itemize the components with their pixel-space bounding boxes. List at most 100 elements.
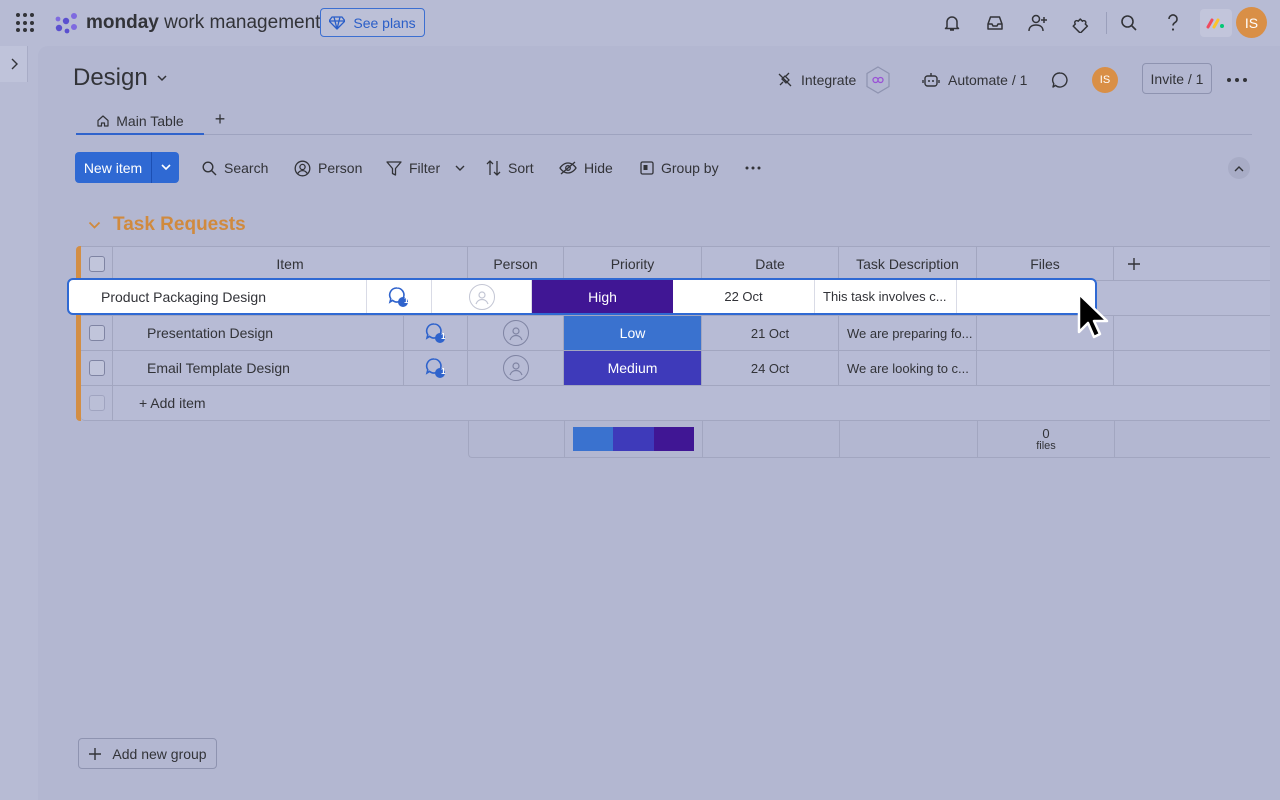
new-item-button[interactable]: New item xyxy=(75,152,179,183)
priority-cell[interactable]: High xyxy=(532,280,673,313)
description-cell[interactable]: This task involves c... xyxy=(815,280,957,313)
group-title[interactable]: Task Requests xyxy=(113,214,246,236)
person-icon xyxy=(294,160,311,176)
integrate-label: Integrate xyxy=(801,72,857,88)
table-header-row: Item Person Priority Date Task Descripti… xyxy=(81,246,1270,281)
select-all-checkbox[interactable] xyxy=(88,255,105,272)
automate-label: Automate / 1 xyxy=(948,72,1028,88)
item-name[interactable]: Presentation Design xyxy=(147,325,273,341)
column-header-date[interactable]: Date xyxy=(702,247,839,280)
hide-button[interactable]: Hide xyxy=(559,153,613,183)
integration-hex-icon xyxy=(866,66,890,94)
collapse-header-button[interactable] xyxy=(1228,157,1250,179)
item-name-cell[interactable]: Product Packaging Design xyxy=(69,280,367,313)
files-cell[interactable] xyxy=(977,351,1114,385)
priority-pill[interactable]: High xyxy=(532,280,673,313)
item-name-cell[interactable]: Presentation Design xyxy=(113,316,404,350)
item-updates-cell[interactable]: 1 xyxy=(404,351,468,385)
invite-button[interactable]: Invite / 1 xyxy=(1142,63,1212,94)
row-checkbox[interactable] xyxy=(88,325,105,341)
priority-cell[interactable]: Medium xyxy=(564,351,702,385)
monday-logo-icon xyxy=(55,13,77,34)
sort-button[interactable]: Sort xyxy=(486,153,534,183)
column-header-person[interactable]: Person xyxy=(468,247,564,280)
plus-icon xyxy=(89,747,102,760)
toolbar-more-icon[interactable] xyxy=(745,153,761,183)
column-header-priority[interactable]: Priority xyxy=(564,247,702,280)
more-options-icon[interactable] xyxy=(1226,70,1248,90)
summary-priority-cell[interactable] xyxy=(565,421,703,457)
add-item-input[interactable]: + Add item xyxy=(113,386,1270,420)
person-cell[interactable] xyxy=(468,316,564,350)
priority-pill[interactable]: Low xyxy=(564,316,701,350)
summary-person-cell xyxy=(469,421,565,457)
search-icon[interactable] xyxy=(1118,12,1140,34)
summary-files-cell[interactable]: 0 files xyxy=(978,421,1115,457)
description-value: This task involves c... xyxy=(823,289,947,304)
column-header-item[interactable]: Item xyxy=(113,247,468,280)
group-by-button[interactable]: Group by xyxy=(640,153,719,183)
home-icon xyxy=(97,114,109,127)
board-updates-button[interactable] xyxy=(1051,66,1069,94)
priority-pill[interactable]: Medium xyxy=(564,351,701,385)
board-member-avatar[interactable]: IS xyxy=(1092,67,1118,93)
table-row[interactable]: Email Template Design 1 Medium 24 Oct We… xyxy=(81,351,1270,386)
tab-main-table[interactable]: Main Table xyxy=(76,108,204,135)
monday-products-icon[interactable] xyxy=(1200,9,1232,37)
person-cell[interactable] xyxy=(468,351,564,385)
brand-logo[interactable]: monday work management xyxy=(54,10,320,36)
help-icon[interactable] xyxy=(1162,12,1184,34)
column-date-label: Date xyxy=(755,255,785,272)
priority-distribution-bar[interactable] xyxy=(573,427,694,451)
files-cell[interactable] xyxy=(957,280,1095,313)
new-item-dropdown[interactable] xyxy=(151,152,179,183)
date-cell[interactable]: 24 Oct xyxy=(702,351,839,385)
row-checkbox[interactable] xyxy=(88,360,105,376)
priority-cell[interactable]: Low xyxy=(564,316,702,350)
chevron-down-icon[interactable] xyxy=(455,165,465,172)
item-name[interactable]: Email Template Design xyxy=(147,360,290,376)
person-cell[interactable] xyxy=(432,280,532,313)
item-updates-cell[interactable]: 1 xyxy=(404,316,468,350)
updates-count: 1 xyxy=(404,296,409,305)
filter-button[interactable]: Filter xyxy=(386,153,465,183)
board-title[interactable]: Design xyxy=(73,62,168,94)
app-switcher-icon[interactable] xyxy=(16,13,36,33)
user-avatar[interactable]: IS xyxy=(1236,7,1267,38)
diamond-icon xyxy=(329,15,346,30)
inbox-icon[interactable] xyxy=(984,12,1006,34)
dragged-row[interactable]: Product Packaging Design 1 High 22 Oct T… xyxy=(67,278,1097,315)
date-cell[interactable]: 21 Oct xyxy=(702,316,839,350)
add-column-button[interactable] xyxy=(1114,247,1154,280)
select-all-cell xyxy=(81,247,113,280)
item-name-cell[interactable]: Email Template Design xyxy=(113,351,404,385)
eye-hidden-icon xyxy=(559,161,577,175)
top-bar: monday work management See plans IS xyxy=(0,0,1280,46)
group-summary-row: 0 files xyxy=(468,421,1270,458)
plus-icon xyxy=(1128,257,1140,270)
group-header[interactable]: Task Requests xyxy=(88,212,246,238)
apps-puzzle-icon[interactable] xyxy=(1070,12,1092,34)
item-updates-cell[interactable]: 1 xyxy=(367,280,432,313)
add-new-group-button[interactable]: Add new group xyxy=(78,738,217,769)
chevron-down-icon[interactable] xyxy=(88,221,101,230)
expand-sidebar-button[interactable] xyxy=(0,46,28,82)
automate-button[interactable]: Automate / 1 xyxy=(922,66,1027,94)
column-header-files[interactable]: Files xyxy=(977,247,1114,280)
item-name[interactable]: Product Packaging Design xyxy=(101,289,266,305)
integrate-button[interactable]: Integrate xyxy=(777,66,892,94)
column-header-description[interactable]: Task Description xyxy=(839,247,977,280)
notifications-bell-icon[interactable] xyxy=(941,12,963,34)
see-plans-button[interactable]: See plans xyxy=(320,8,425,37)
add-view-button[interactable]: + xyxy=(212,108,228,130)
add-item-row: + Add item xyxy=(81,386,1270,421)
person-filter-button[interactable]: Person xyxy=(294,153,362,183)
invite-members-icon[interactable] xyxy=(1027,12,1049,34)
description-cell[interactable]: We are looking to c... xyxy=(839,351,977,385)
date-cell[interactable]: 22 Oct xyxy=(673,280,815,313)
description-cell[interactable]: We are preparing fo... xyxy=(839,316,977,350)
search-button[interactable]: Search xyxy=(202,153,268,183)
summary-date-cell xyxy=(703,421,840,457)
board-title-text: Design xyxy=(73,64,148,91)
add-item-label[interactable]: + Add item xyxy=(139,395,206,411)
